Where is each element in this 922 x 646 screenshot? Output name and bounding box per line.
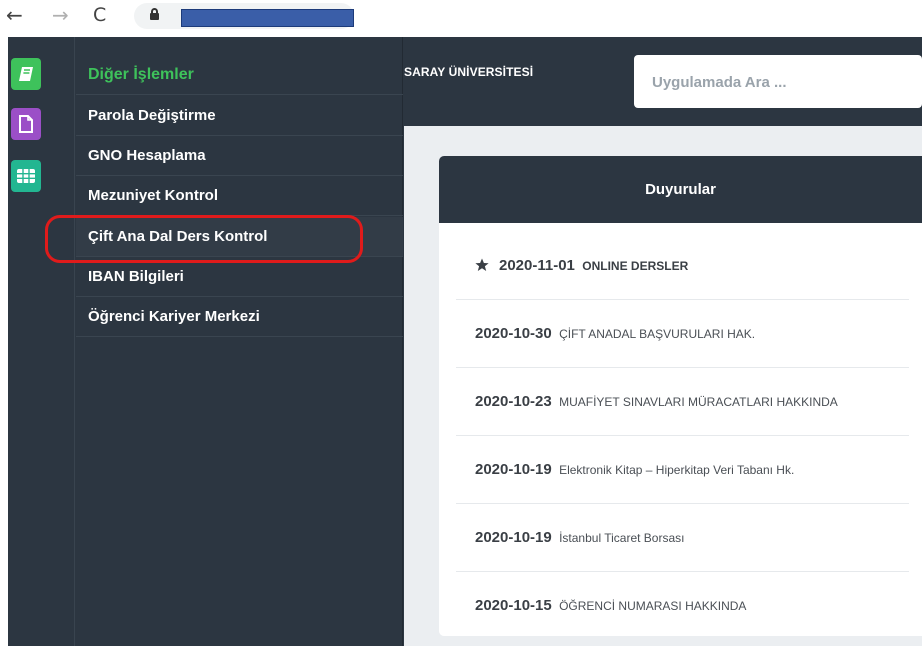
announcement-item[interactable]: 2020-11-01 ONLINE DERSLER xyxy=(456,232,909,300)
book-icon[interactable] xyxy=(11,58,41,90)
grid-icon[interactable] xyxy=(11,160,41,192)
announcements-title: Duyurular xyxy=(439,156,922,223)
side-menu: Diğer İşlemler Parola Değiştirme GNO Hes… xyxy=(76,37,403,646)
announcement-title: Elektronik Kitap – Hiperkitap Veri Taban… xyxy=(559,463,795,477)
announcement-date: 2020-10-23 xyxy=(475,393,552,410)
browser-toolbar: ← → C xyxy=(0,0,922,32)
announcements-card: Duyurular 2020-11-01 ONLINE DERSLER 2020… xyxy=(439,156,922,636)
app-icon-bar xyxy=(8,37,75,646)
arrow-right-icon[interactable]: → xyxy=(52,3,69,27)
arrow-left-icon[interactable]: ← xyxy=(6,3,23,27)
announcement-item[interactable]: 2020-10-15 ÖĞRENCİ NUMARASI HAKKINDA xyxy=(456,572,909,640)
announcement-date: 2020-11-01 xyxy=(499,257,575,274)
announcement-title: MUAFİYET SINAVLARI MÜRACATLARI HAKKINDA xyxy=(559,395,838,409)
announcement-date: 2020-10-19 xyxy=(475,461,552,478)
announcement-title: İstanbul Ticaret Borsası xyxy=(559,531,685,545)
university-name: SARAY ÜNİVERSİTESİ xyxy=(404,65,534,79)
reload-icon[interactable]: C xyxy=(93,3,106,27)
lock-icon[interactable] xyxy=(150,8,159,20)
announcement-title: ONLINE DERSLER xyxy=(582,259,689,273)
document-icon[interactable] xyxy=(11,108,41,140)
menu-item-gno-hesaplama[interactable]: GNO Hesaplama xyxy=(76,136,403,176)
top-header: SARAY ÜNİVERSİTESİ xyxy=(404,37,922,126)
announcement-item[interactable]: 2020-10-30 ÇİFT ANADAL BAŞVURULARI HAK. xyxy=(456,300,909,368)
menu-item-mezuniyet-kontrol[interactable]: Mezuniyet Kontrol xyxy=(76,176,403,216)
announcement-item[interactable]: 2020-10-19 İstanbul Ticaret Borsası xyxy=(456,504,909,572)
announcement-item[interactable]: 2020-10-19 Elektronik Kitap – Hiperkitap… xyxy=(456,436,909,504)
announcement-date: 2020-10-15 xyxy=(475,597,552,614)
announcement-item[interactable]: 2020-10-23 MUAFİYET SINAVLARI MÜRACATLAR… xyxy=(456,368,909,436)
menu-item-parola-degistirme[interactable]: Parola Değiştirme xyxy=(76,96,403,136)
student-portal-page: Diğer İşlemler Parola Değiştirme GNO Hes… xyxy=(8,37,922,646)
announcement-title: ÖĞRENCİ NUMARASI HAKKINDA xyxy=(559,599,747,613)
announcement-date: 2020-10-30 xyxy=(475,325,552,342)
main-content: Duyurular 2020-11-01 ONLINE DERSLER 2020… xyxy=(404,126,922,646)
menu-item-iban-bilgileri[interactable]: IBAN Bilgileri xyxy=(76,257,403,297)
search-input[interactable] xyxy=(652,72,902,92)
url-redaction xyxy=(181,9,354,27)
menu-header: Diğer İşlemler xyxy=(76,55,403,95)
highlight-annotation xyxy=(45,215,363,263)
announcement-date: 2020-10-19 xyxy=(475,529,552,546)
announcement-title: ÇİFT ANADAL BAŞVURULARI HAK. xyxy=(559,327,756,341)
menu-item-ogrenci-kariyer-merkezi[interactable]: Öğrenci Kariyer Merkezi xyxy=(76,297,403,337)
star-icon xyxy=(475,258,489,271)
search-box[interactable] xyxy=(634,55,922,108)
